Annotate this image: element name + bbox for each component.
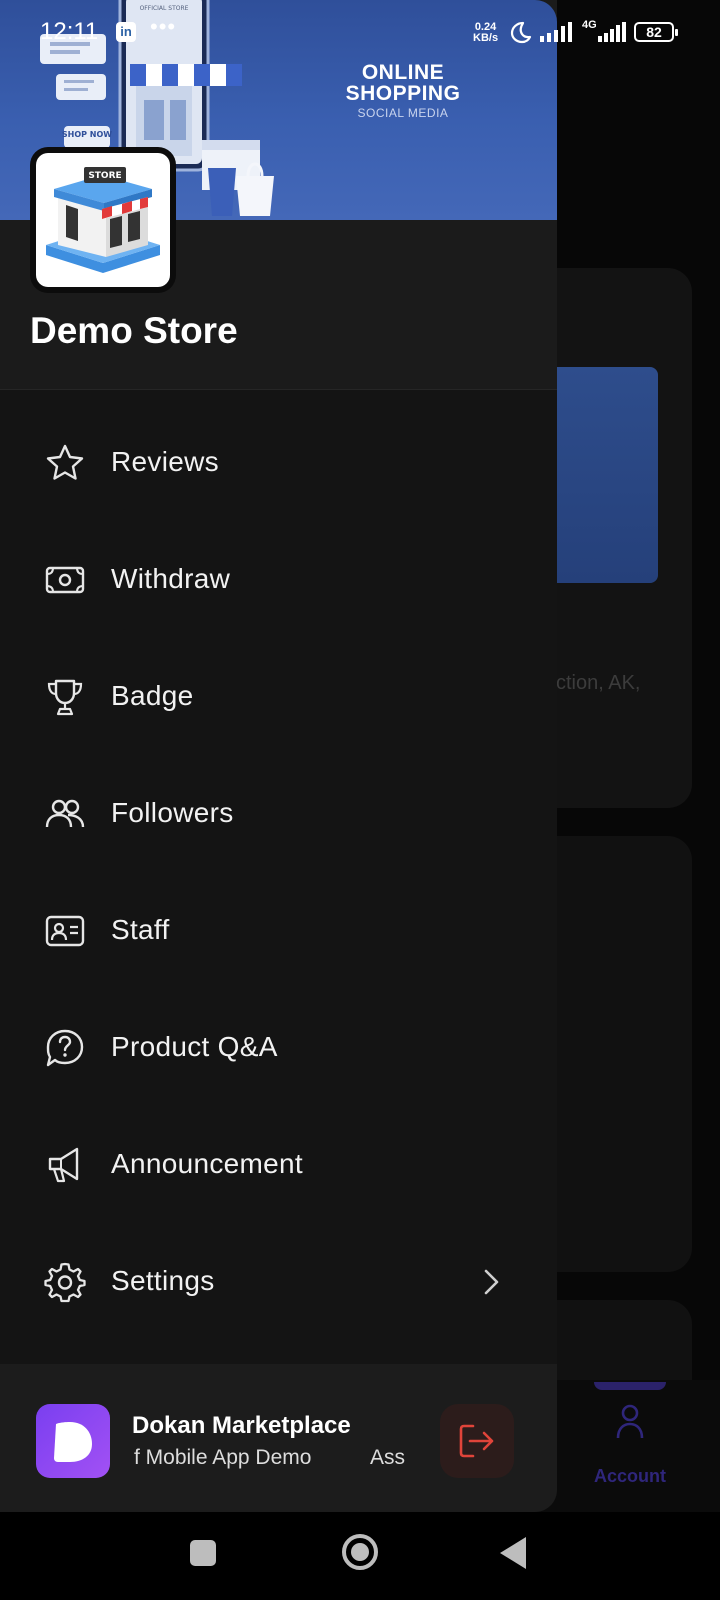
- more-notifications-icon: •••: [150, 14, 177, 39]
- battery-indicator: 82: [634, 22, 678, 42]
- menu-item-announcement[interactable]: Announcement: [0, 1106, 557, 1223]
- menu-item-label: Product Q&A: [111, 1031, 278, 1062]
- menu-item-badge[interactable]: Badge: [0, 638, 557, 755]
- cover-subtitle: SOCIAL MEDIA: [357, 106, 449, 120]
- drawer-footer: Dokan Marketplace f Mobile App Demo Ass: [0, 1364, 557, 1512]
- trophy-icon: [47, 679, 83, 716]
- menu-item-label: Reviews: [111, 446, 219, 477]
- divider: [0, 389, 557, 390]
- signal-strength-icon: [598, 22, 626, 42]
- dokan-logo-icon: [54, 1422, 92, 1462]
- gear-icon: [44, 1262, 86, 1303]
- store-icon: STORE: [46, 167, 160, 273]
- network-type: 4G: [582, 19, 597, 31]
- menu-item-followers[interactable]: Followers: [0, 755, 557, 872]
- users-icon: [45, 799, 85, 828]
- id-card-icon: [45, 915, 85, 947]
- nav-active-indicator: [594, 1382, 666, 1390]
- banknote-icon: [45, 566, 85, 594]
- app-subtitle-tail: Ass: [370, 1446, 406, 1469]
- dokan-logo: [36, 1404, 110, 1478]
- navigation-drawer: OFFICIAL STORE SHOP NOW ONLINE SHOPPING …: [0, 0, 557, 1512]
- menu-item-settings[interactable]: Settings: [0, 1223, 557, 1340]
- svg-text:STORE: STORE: [88, 171, 121, 181]
- nav-account-tab[interactable]: Account: [580, 1382, 680, 1492]
- chevron-right-icon: [484, 1269, 499, 1295]
- linkedin-notification-icon: in: [116, 22, 136, 42]
- menu-item-label: Staff: [111, 914, 170, 945]
- drawer-menu: Reviews Withdraw Badge Followers Staff P…: [0, 404, 557, 1340]
- store-name: Demo Store: [30, 310, 238, 351]
- app-name: Dokan Marketplace: [132, 1412, 351, 1439]
- recents-button[interactable]: [190, 1540, 216, 1566]
- background-address-text: ction, AK,: [556, 672, 641, 694]
- logout-icon: [459, 1424, 494, 1458]
- status-time: 12:11: [40, 18, 99, 45]
- back-button[interactable]: [500, 1537, 526, 1569]
- signal-strength-icon: [540, 22, 572, 42]
- nav-account-label: Account: [594, 1466, 666, 1486]
- question-bubble-icon: [46, 1029, 84, 1067]
- star-icon: [46, 444, 84, 480]
- menu-item-label: Announcement: [111, 1148, 303, 1179]
- home-button[interactable]: [342, 1534, 378, 1570]
- menu-item-product-qa[interactable]: Product Q&A: [0, 989, 557, 1106]
- menu-item-label: Withdraw: [111, 563, 231, 594]
- svg-text:SHOP NOW: SHOP NOW: [62, 130, 112, 139]
- menu-item-staff[interactable]: Staff: [0, 872, 557, 989]
- cover-title: ONLINE SHOPPING: [345, 61, 461, 105]
- menu-item-withdraw[interactable]: Withdraw: [0, 521, 557, 638]
- status-bar: 12:11 in ••• 0.24 KB/s 4G 82: [0, 0, 720, 64]
- app-subtitle: f Mobile App Demo: [134, 1446, 312, 1469]
- store-logo[interactable]: STORE: [30, 147, 176, 293]
- menu-item-label: Badge: [111, 680, 194, 711]
- network-speed: 0.24 KB/s: [473, 21, 499, 44]
- person-icon: [616, 1404, 644, 1439]
- system-navigation-bar: [0, 1512, 720, 1600]
- logout-button[interactable]: [440, 1404, 514, 1478]
- menu-item-label: Followers: [111, 797, 234, 828]
- menu-item-label: Settings: [111, 1265, 215, 1296]
- megaphone-icon: [48, 1147, 79, 1183]
- menu-item-reviews[interactable]: Reviews: [0, 404, 557, 521]
- do-not-disturb-moon-icon: [510, 21, 532, 44]
